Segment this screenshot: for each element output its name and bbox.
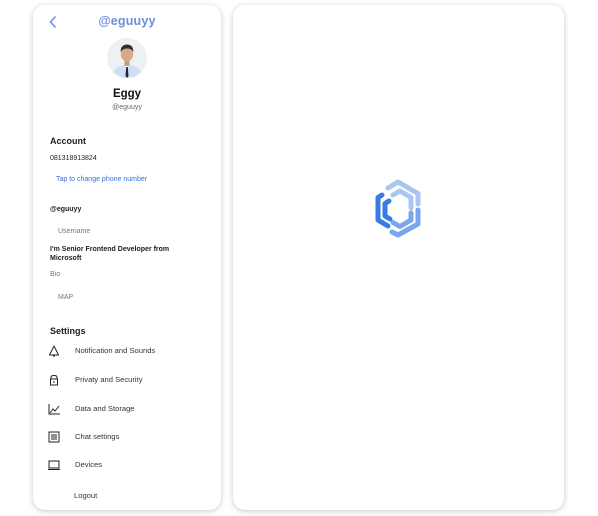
chat-settings-icon [48,431,60,443]
content-panel [233,5,564,510]
loader-logo-icon [368,175,432,239]
menu-item-label: Chat settings [75,432,120,441]
menu-item-data-storage[interactable]: Data and Storage [47,401,207,419]
menu-item-chat-settings[interactable]: Chat settings [47,429,207,447]
menu-item-label: Devices [75,460,103,469]
profile-name: Eggy [112,88,142,100]
lock-icon [50,375,58,386]
menu-item-label: Data and Storage [75,404,135,413]
menu-item-notifications[interactable]: Notification and Sounds [47,343,207,361]
account-section-title: Account [50,136,86,146]
avatar [107,38,147,78]
bell-icon [49,345,59,357]
bio-label: Bio [50,271,61,278]
profile-panel: @eguuyy Eggy @eguuyy Account 08131891382… [33,5,221,510]
header-handle: @eguuyy [98,14,156,28]
menu-item-devices[interactable]: Devices [47,457,207,475]
menu-item-privacy[interactable]: Privaty and Security [47,372,207,390]
username-label: Username [58,228,91,235]
laptop-icon [48,460,60,470]
chart-icon [48,404,60,415]
settings-section-title: Settings [50,326,86,336]
bio-value[interactable]: I'm Senior Frontend Developer from Micro… [50,245,175,263]
menu-item-label: Notification and Sounds [75,346,156,355]
logout-button[interactable]: Logout [74,491,97,500]
change-phone-link[interactable]: Tap to change phone number [56,176,147,183]
phone-number: 081318913824 [50,155,97,162]
profile-handle: @eguuyy [112,104,142,111]
username-value[interactable]: @eguuyy [50,206,81,213]
menu-item-label: Privaty and Security [75,375,143,384]
location-label: MAP [58,294,74,301]
